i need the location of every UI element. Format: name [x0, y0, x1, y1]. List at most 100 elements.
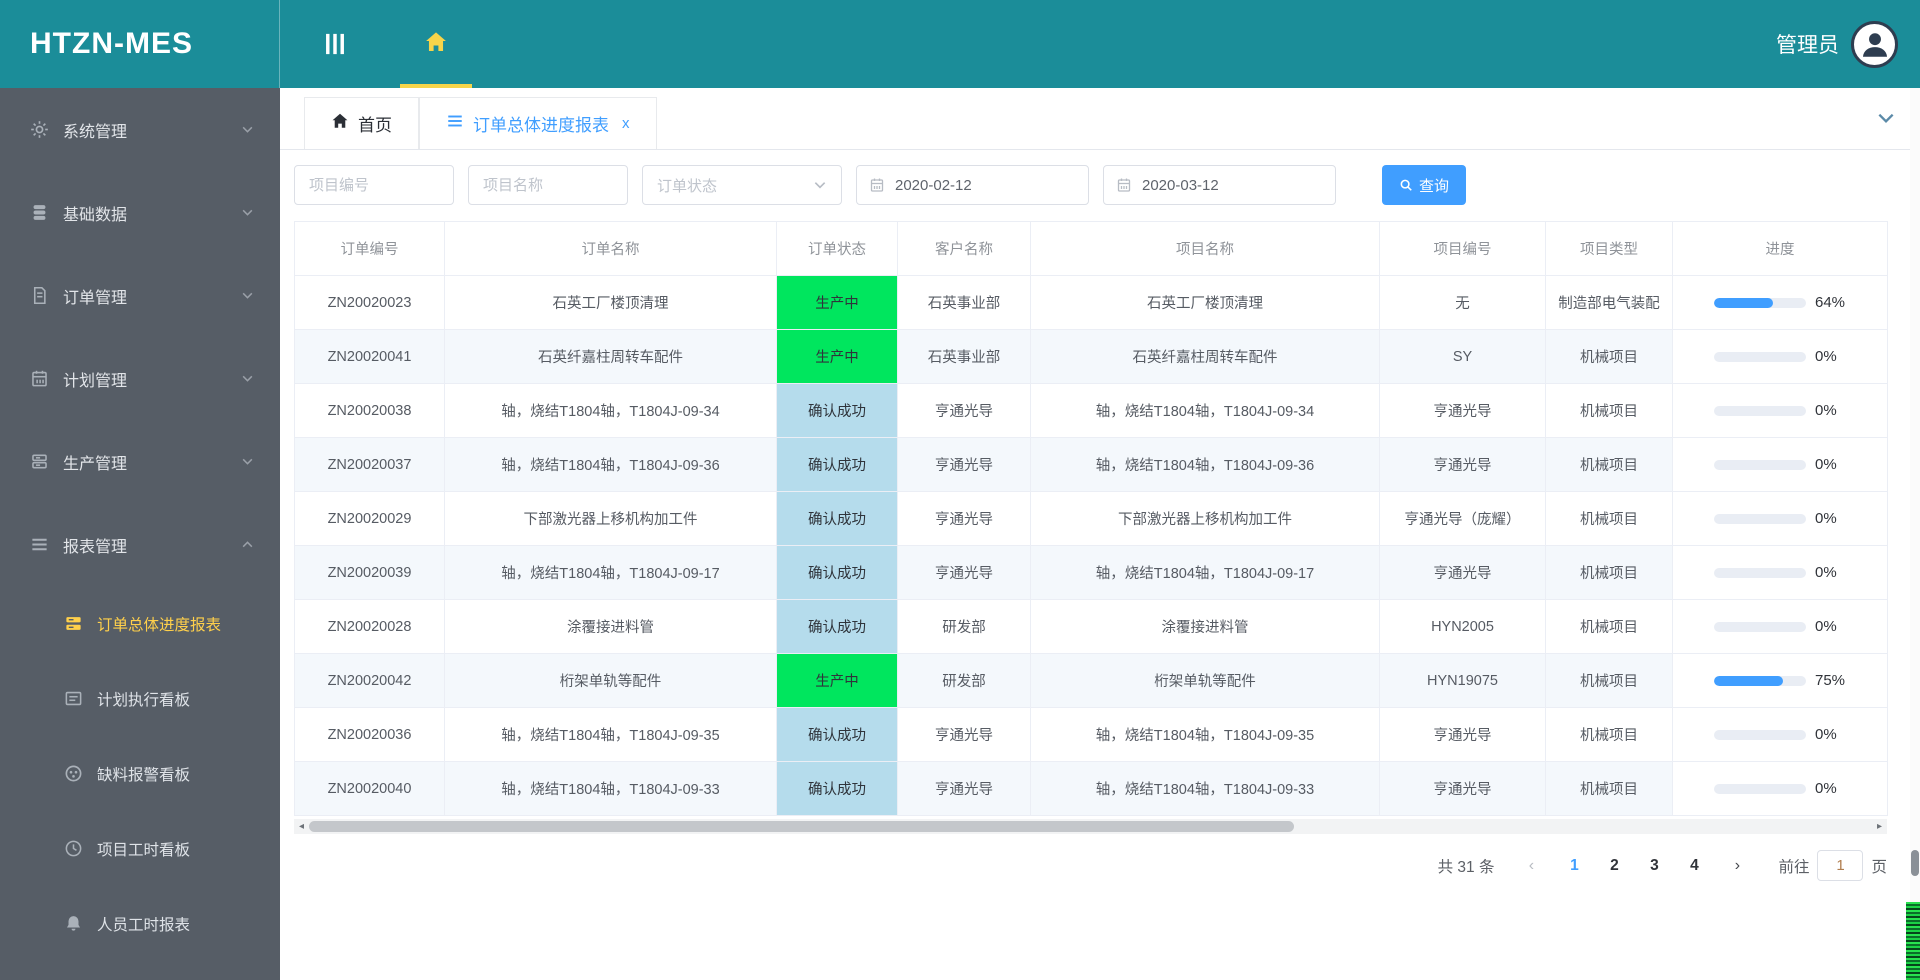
- page-button-4[interactable]: 4: [1674, 857, 1714, 875]
- cell-order-status: 确认成功: [776, 707, 898, 762]
- menu-fold-icon[interactable]: [322, 31, 348, 57]
- cell-customer: 研发部: [897, 599, 1031, 654]
- sidebar-menu: 系统管理基础数据订单管理计划管理 生产管理 报表管理 订单总体进度报表 计划执行看板 缺料…: [0, 88, 280, 961]
- content-area: 订单状态 2020-02-12 2020-03-12: [280, 150, 1920, 881]
- cell-order-name: 轴，烧结T1804轴，T1804J-09-17: [444, 545, 777, 600]
- sidebar-item-personnel-hours-report[interactable]: 人员工时报表: [0, 886, 280, 961]
- cell-project-type: 制造部电气装配: [1545, 275, 1673, 330]
- table-row: ZN20020038 轴，烧结T1804轴，T1804J-09-34 确认成功 亨通光…: [294, 383, 1888, 438]
- sidebar-item-production-management[interactable]: 生产管理: [0, 420, 280, 503]
- sidebar-item-plan-execution-board[interactable]: 计划执行看板: [0, 661, 280, 736]
- next-page-button[interactable]: ›: [1722, 857, 1752, 875]
- progress-bar: 0%: [1677, 510, 1883, 527]
- cell-order-no: ZN20020041: [294, 329, 445, 384]
- table-row: ZN20020028 涂覆接进料管 确认成功 研发部 涂覆接进料管 HYN2005 机械项目…: [294, 599, 1888, 654]
- progress-label: 0%: [1815, 510, 1837, 527]
- project-no-input[interactable]: [294, 165, 454, 205]
- start-date-input[interactable]: 2020-02-12: [856, 165, 1089, 205]
- scroll-right-arrow-icon[interactable]: ▸: [1872, 819, 1887, 834]
- calendar-icon: [1116, 177, 1132, 193]
- tab-home[interactable]: 首页: [304, 97, 419, 149]
- cell-project-name: 涂覆接进料管: [1030, 599, 1380, 654]
- cell-project-no: 亨通光导: [1379, 761, 1546, 816]
- cell-project-type: 机械项目: [1545, 491, 1673, 546]
- sidebar-item-order-management[interactable]: 订单管理: [0, 254, 280, 337]
- cell-customer: 亨通光导: [897, 761, 1031, 816]
- progress-bar: 0%: [1677, 402, 1883, 419]
- cell-project-no: HYN19075: [1379, 653, 1546, 708]
- shortage-alarm-icon: [64, 764, 83, 783]
- sidebar-item-label: 项目工时看板: [97, 841, 191, 859]
- table-row: ZN20020036 轴，烧结T1804轴，T1804J-09-35 确认成功 亨通光…: [294, 707, 1888, 762]
- sidebar-item-basic-data[interactable]: 基础数据: [0, 171, 280, 254]
- sidebar-item-project-hours-board[interactable]: 项目工时看板: [0, 811, 280, 886]
- chevron-down-icon: [241, 372, 254, 385]
- sidebar-item-system-management[interactable]: 系统管理: [0, 88, 280, 171]
- sidebar: 系统管理基础数据订单管理计划管理 生产管理 报表管理 订单总体进度报表 计划执行看板 缺料…: [0, 88, 280, 980]
- cell-customer: 研发部: [897, 653, 1031, 708]
- sidebar-item-label: 系统管理: [63, 123, 128, 141]
- app-root: HTZN-MES 管理员 系统管理 基础数据 订单管理 计划管理 生产管理 报表管理 订单总…: [0, 0, 1920, 980]
- cell-order-name: 涂覆接进料管: [444, 599, 777, 654]
- cell-project-type: 机械项目: [1545, 437, 1673, 492]
- cell-customer: 亨通光导: [897, 707, 1031, 762]
- scroll-left-arrow-icon[interactable]: ◂: [294, 819, 309, 834]
- cell-project-no: 无: [1379, 275, 1546, 330]
- sidebar-item-label: 订单管理: [63, 289, 128, 307]
- cell-project-no: 亨通光导: [1379, 545, 1546, 600]
- page-button-2[interactable]: 2: [1594, 857, 1634, 875]
- order-status-select[interactable]: 订单状态: [642, 165, 842, 205]
- cell-order-no: ZN20020040: [294, 761, 445, 816]
- project-name-input[interactable]: [468, 165, 628, 205]
- home-icon: [331, 112, 349, 135]
- cell-customer: 石英事业部: [897, 275, 1031, 330]
- page-button-1[interactable]: 1: [1554, 857, 1594, 875]
- column-header: 项目类型: [1545, 221, 1673, 276]
- progress-label: 0%: [1815, 402, 1837, 419]
- status-badge: 确认成功: [777, 384, 897, 437]
- vertical-scrollbar-thumb[interactable]: [1911, 850, 1919, 876]
- calendar-icon: [869, 177, 885, 193]
- cell-progress: 0%: [1672, 491, 1888, 546]
- cell-order-name: 下部激光器上移机构加工件: [444, 491, 777, 546]
- tab-options-button[interactable]: [1876, 108, 1896, 128]
- avatar[interactable]: [1851, 20, 1898, 68]
- prev-page-button[interactable]: ‹: [1516, 857, 1546, 875]
- cell-project-type: 机械项目: [1545, 599, 1673, 654]
- cell-order-no: ZN20020039: [294, 545, 445, 600]
- order-progress-icon: [64, 614, 83, 633]
- progress-bar: 0%: [1677, 726, 1883, 743]
- cell-order-no: ZN20020036: [294, 707, 445, 762]
- sidebar-item-plan-management[interactable]: 计划管理: [0, 337, 280, 420]
- sidebar-item-shortage-alarm-board[interactable]: 缺料报警看板: [0, 736, 280, 811]
- search-button[interactable]: 查询: [1382, 165, 1466, 205]
- progress-label: 0%: [1815, 726, 1837, 743]
- status-badge: 确认成功: [777, 492, 897, 545]
- page-button-3[interactable]: 3: [1634, 857, 1674, 875]
- progress-label: 0%: [1815, 456, 1837, 473]
- table-row: ZN20020037 轴，烧结T1804轴，T1804J-09-36 确认成功 亨通光…: [294, 437, 1888, 492]
- horizontal-scrollbar-thumb[interactable]: [309, 821, 1294, 832]
- goto-page-input[interactable]: [1817, 850, 1864, 881]
- end-date-input[interactable]: 2020-03-12: [1103, 165, 1336, 205]
- header-home-button[interactable]: [400, 0, 472, 88]
- status-badge: 生产中: [777, 654, 897, 707]
- cell-order-name: 轴，烧结T1804轴，T1804J-09-35: [444, 707, 777, 762]
- main-panel: 首页 订单总体进度报表 x 订单状态: [280, 88, 1920, 980]
- tab-order-progress-report[interactable]: 订单总体进度报表 x: [419, 97, 657, 149]
- close-tab-icon[interactable]: x: [622, 115, 630, 132]
- sidebar-item-order-progress-report[interactable]: 订单总体进度报表: [0, 586, 280, 661]
- chevron-down-icon: [1878, 113, 1894, 123]
- status-badge: 确认成功: [777, 438, 897, 491]
- user-menu[interactable]: 管理员: [1776, 20, 1898, 68]
- sidebar-item-report-management[interactable]: 报表管理: [0, 503, 280, 586]
- tab-label: 首页: [358, 116, 392, 135]
- cell-order-name: 轴，烧结T1804轴，T1804J-09-33: [444, 761, 777, 816]
- column-header: 订单状态: [776, 221, 898, 276]
- progress-bar: 0%: [1677, 456, 1883, 473]
- progress-fill: [1714, 675, 1783, 686]
- cell-order-name: 桁架单轨等配件: [444, 653, 777, 708]
- order-status-placeholder: 订单状态: [657, 177, 718, 195]
- sidebar-item-label: 人员工时报表: [97, 916, 191, 934]
- vertical-scrollbar: [1910, 88, 1920, 980]
